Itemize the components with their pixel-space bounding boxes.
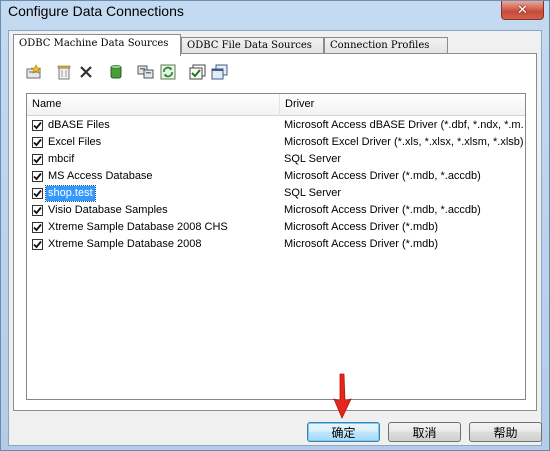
help-button[interactable]: 帮助 xyxy=(469,422,542,442)
column-header-driver[interactable]: Driver xyxy=(280,94,525,116)
configure-button[interactable] xyxy=(136,62,156,82)
row-name: mbcif xyxy=(48,153,75,165)
row-name: MS Access Database xyxy=(48,170,153,182)
list-item[interactable]: MS Access Database Microsoft Access Drive… xyxy=(27,168,525,185)
list-item[interactable]: Xtreme Sample Database 2008 Microsoft Acc… xyxy=(27,236,525,253)
row-name: dBASE Files xyxy=(48,119,110,131)
checkmark-icon xyxy=(33,189,42,198)
check-all-icon xyxy=(189,64,206,80)
close-button[interactable]: ✕ xyxy=(501,1,544,20)
row-driver: Microsoft Access Driver (*.mdb, *.accdb) xyxy=(284,170,481,182)
remove-button[interactable] xyxy=(76,62,96,82)
list-item[interactable]: Visio Database Samples Microsoft Access D… xyxy=(27,202,525,219)
delete-icon xyxy=(57,65,71,80)
checkmark-icon xyxy=(33,240,42,249)
row-name: Excel Files xyxy=(48,136,102,148)
row-driver: Microsoft Access Driver (*.mdb) xyxy=(284,238,439,250)
row-checkbox[interactable] xyxy=(32,171,43,182)
column-header-name[interactable]: Name xyxy=(27,94,279,116)
list-item[interactable]: dBASE Files Microsoft Access dBASE Driver… xyxy=(27,117,525,134)
row-checkbox[interactable] xyxy=(32,154,43,165)
database-button[interactable] xyxy=(106,62,126,82)
row-driver: Microsoft Access dBASE Driver (*.dbf, *.… xyxy=(284,119,524,131)
remove-x-icon xyxy=(80,66,92,78)
database-icon xyxy=(110,65,122,79)
row-checkbox[interactable] xyxy=(32,239,43,250)
checkmark-icon xyxy=(33,121,42,130)
row-checkbox[interactable] xyxy=(32,137,43,148)
configure-icon xyxy=(137,65,154,79)
row-checkbox[interactable] xyxy=(32,222,43,233)
row-driver: SQL Server xyxy=(284,187,342,199)
row-name: shop.test xyxy=(45,185,96,202)
checkmark-icon xyxy=(33,172,42,181)
row-checkbox[interactable] xyxy=(32,205,43,216)
row-driver: SQL Server xyxy=(284,153,342,165)
list-item[interactable]: Xtreme Sample Database 2008 CHS Microsoft… xyxy=(27,219,525,236)
checkmark-icon xyxy=(33,206,42,215)
list-item[interactable]: shop.test SQL Server xyxy=(27,185,525,202)
new-source-button[interactable] xyxy=(24,62,44,82)
row-name: Visio Database Samples xyxy=(48,204,168,216)
list-item[interactable]: mbcif SQL Server xyxy=(27,151,525,168)
title-bar[interactable]: Configure Data Connections ✕ xyxy=(1,1,549,23)
row-checkbox[interactable] xyxy=(32,188,43,199)
new-source-icon xyxy=(26,64,42,79)
row-driver: Microsoft Excel Driver (*.xls, *.xlsx, *… xyxy=(284,136,524,148)
copy-button[interactable] xyxy=(210,62,230,82)
checkmark-icon xyxy=(33,155,42,164)
list-item[interactable]: Excel Files Microsoft Excel Driver (*.xls… xyxy=(27,134,525,151)
window-title: Configure Data Connections xyxy=(8,3,184,19)
refresh-button[interactable] xyxy=(158,62,178,82)
cancel-button[interactable]: 取消 xyxy=(388,422,461,442)
tab-odbc-machine-data-sources[interactable]: ODBC Machine Data Sources xyxy=(13,34,181,56)
ok-button[interactable]: 确定 xyxy=(307,422,380,442)
data-sources-list[interactable]: Name Driver dBASE Files Microsoft Access … xyxy=(26,93,526,400)
row-checkbox[interactable] xyxy=(32,120,43,131)
copy-icon xyxy=(211,64,228,80)
row-name: Xtreme Sample Database 2008 xyxy=(48,238,202,250)
checkmark-icon xyxy=(33,138,42,147)
row-name: Xtreme Sample Database 2008 CHS xyxy=(48,221,228,233)
refresh-icon xyxy=(160,64,176,80)
dialog-window: Configure Data Connections ✕ ODBC Machin… xyxy=(0,0,550,451)
row-driver: Microsoft Access Driver (*.mdb, *.accdb) xyxy=(284,204,481,216)
row-driver: Microsoft Access Driver (*.mdb) xyxy=(284,221,439,233)
list-header: Name Driver xyxy=(27,94,525,116)
annotation-arrow-icon xyxy=(333,373,352,419)
delete-button[interactable] xyxy=(54,62,74,82)
check-all-button[interactable] xyxy=(188,62,208,82)
checkmark-icon xyxy=(33,223,42,232)
dialog-client-area: ODBC Machine Data Sources ODBC File Data… xyxy=(8,30,542,446)
close-icon: ✕ xyxy=(517,2,528,18)
tab-panel: Name Driver dBASE Files Microsoft Access … xyxy=(13,53,537,411)
